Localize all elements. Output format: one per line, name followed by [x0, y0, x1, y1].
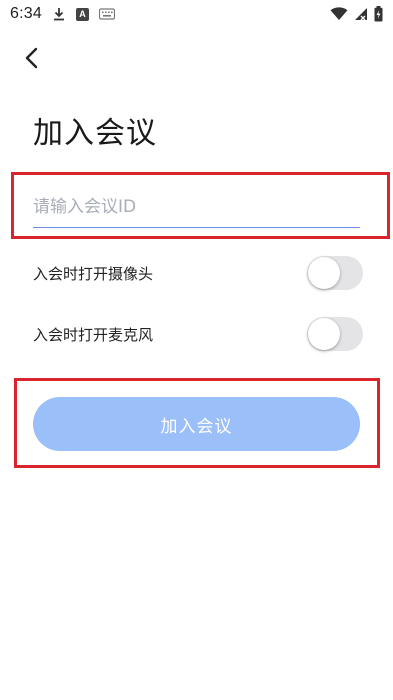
signal-icon: [354, 7, 368, 21]
mic-toggle-row: 入会时打开麦克风: [33, 314, 363, 354]
page-title: 加入会议: [33, 116, 157, 151]
mic-toggle-label: 入会时打开麦克风: [33, 325, 154, 344]
status-time: 6:34: [10, 5, 42, 22]
back-button[interactable]: [16, 42, 48, 74]
join-meeting-button[interactable]: 加入会议: [33, 397, 360, 451]
switch-knob: [308, 318, 340, 350]
camera-toggle-switch[interactable]: [307, 256, 363, 290]
battery-icon: [374, 6, 383, 22]
camera-toggle-row: 入会时打开摄像头: [33, 253, 363, 293]
status-bar: 6:34 A: [0, 0, 393, 28]
switch-knob: [308, 257, 340, 289]
chevron-left-icon: [25, 47, 38, 69]
mic-toggle-switch[interactable]: [307, 317, 363, 351]
status-bar-right: [330, 6, 383, 22]
download-icon: [52, 7, 66, 21]
meeting-id-input[interactable]: [33, 186, 360, 228]
keyboard-icon: [98, 8, 115, 20]
camera-toggle-label: 入会时打开摄像头: [33, 264, 154, 283]
wifi-icon: [330, 7, 348, 21]
a-box-icon: A: [75, 7, 89, 21]
status-bar-left: 6:34 A: [10, 5, 115, 23]
join-meeting-screen: 6:34 A 加入会议 请输入会议ID 入会时打开摄像头 入会时打开麦克风 加入…: [0, 0, 393, 700]
